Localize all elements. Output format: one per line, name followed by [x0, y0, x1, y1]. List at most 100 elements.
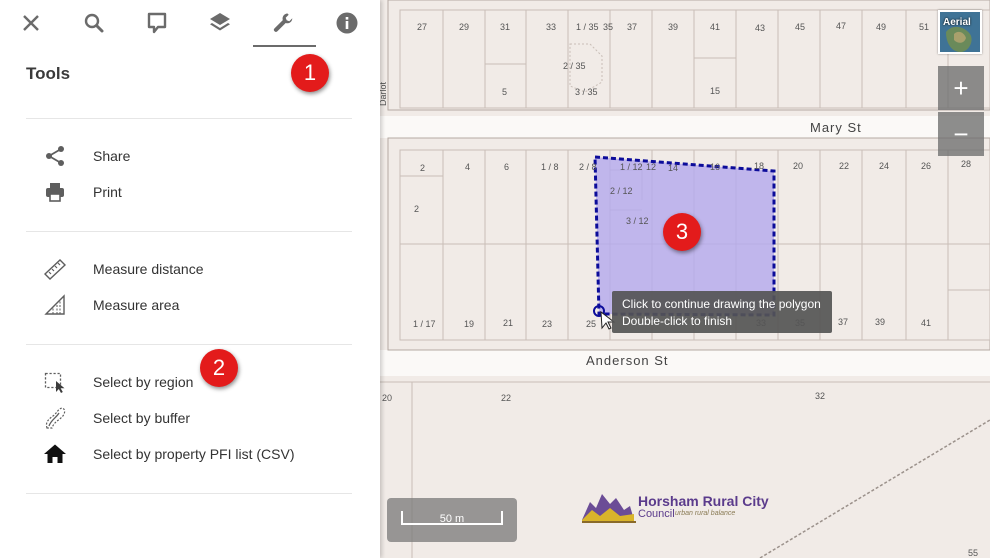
svg-text:32: 32: [815, 391, 825, 401]
svg-text:26: 26: [921, 161, 931, 171]
svg-text:1 / 35: 1 / 35: [576, 22, 599, 32]
svg-text:39: 39: [668, 22, 678, 32]
active-tab-indicator: [253, 45, 316, 47]
drawing-tooltip: Click to continue drawing the polygon Do…: [612, 291, 832, 333]
street-fragment-left: Darlot: [380, 81, 388, 106]
select-by-buffer-item[interactable]: Select by buffer: [26, 402, 352, 434]
divider: [26, 118, 352, 119]
svg-text:39: 39: [875, 317, 885, 327]
svg-text:47: 47: [836, 21, 846, 31]
print-item[interactable]: Print: [26, 176, 352, 208]
scale-label: 50 m: [439, 513, 465, 525]
council-logo: Horsham Rural City Council urban rural b…: [580, 486, 790, 526]
svg-text:1 / 12: 1 / 12: [620, 162, 643, 172]
info-icon: [336, 12, 358, 34]
share-label: Share: [93, 148, 131, 164]
svg-text:31: 31: [500, 22, 510, 32]
measure-area-label: Measure area: [93, 297, 180, 313]
select-by-buffer-label: Select by buffer: [93, 410, 191, 426]
logo-mountains-icon: [582, 494, 636, 523]
svg-text:22: 22: [501, 393, 511, 403]
logo-title: Horsham Rural City: [638, 493, 769, 509]
svg-text:24: 24: [879, 161, 889, 171]
select-by-region-item[interactable]: Select by region: [26, 366, 352, 398]
comment-button[interactable]: [137, 4, 177, 42]
street-label-anderson: Anderson St: [586, 353, 669, 368]
svg-text:27: 27: [417, 22, 427, 32]
svg-text:14: 14: [668, 163, 678, 173]
zoom-in-button[interactable]: +: [938, 66, 984, 110]
svg-text:5: 5: [502, 87, 507, 97]
measure-distance-item[interactable]: Measure distance: [26, 253, 352, 285]
svg-text:4: 4: [465, 162, 470, 172]
search-icon: [84, 13, 104, 33]
search-button[interactable]: [74, 4, 114, 42]
map-canvas[interactable]: Darlot Mary St Anderson St 27 29 31 33 1…: [380, 0, 990, 558]
annotation-badge-1: 1: [291, 54, 329, 92]
share-icon: [42, 144, 68, 168]
ruler-icon: [42, 257, 68, 281]
select-by-pfi-list-item[interactable]: Select by property PFI list (CSV): [26, 438, 352, 470]
svg-text:3 / 35: 3 / 35: [575, 87, 598, 97]
svg-text:37: 37: [838, 317, 848, 327]
divider: [26, 231, 352, 232]
home-icon: [42, 442, 68, 466]
area-icon: [42, 293, 68, 317]
svg-text:41: 41: [710, 22, 720, 32]
svg-text:35: 35: [603, 22, 613, 32]
region-select-icon: [42, 370, 68, 394]
svg-text:21: 21: [503, 318, 513, 328]
info-button[interactable]: [327, 4, 367, 42]
svg-text:16: 16: [710, 162, 720, 172]
svg-text:45: 45: [795, 22, 805, 32]
svg-text:2 / 12: 2 / 12: [610, 186, 633, 196]
tooltip-line-1: Click to continue drawing the polygon: [622, 297, 821, 311]
svg-text:18: 18: [754, 161, 764, 171]
measure-distance-label: Measure distance: [93, 261, 204, 277]
svg-text:1 / 17: 1 / 17: [413, 319, 436, 329]
svg-text:41: 41: [921, 318, 931, 328]
zoom-out-button[interactable]: −: [938, 112, 984, 156]
svg-text:3 / 12: 3 / 12: [626, 216, 649, 226]
scale-bar: 50 m: [387, 498, 517, 542]
tools-button[interactable]: [264, 4, 304, 42]
svg-text:20: 20: [382, 393, 392, 403]
panel-title: Tools: [26, 64, 71, 83]
svg-text:55: 55: [968, 548, 978, 558]
share-item[interactable]: Share: [26, 140, 352, 172]
svg-text:51: 51: [919, 22, 929, 32]
svg-text:25: 25: [586, 319, 596, 329]
divider: [26, 344, 352, 345]
svg-text:23: 23: [542, 319, 552, 329]
select-by-region-label: Select by region: [93, 374, 194, 390]
svg-text:29: 29: [459, 22, 469, 32]
svg-text:2 / 35: 2 / 35: [563, 61, 586, 71]
panel-toolbar: [0, 0, 380, 48]
layers-button[interactable]: [200, 4, 240, 42]
svg-text:20: 20: [793, 161, 803, 171]
select-by-pfi-list-label: Select by property PFI list (CSV): [93, 446, 295, 462]
svg-text:19: 19: [464, 319, 474, 329]
annotation-badge-3: 3: [663, 213, 701, 251]
aerial-basemap-button[interactable]: Aerial: [938, 10, 982, 54]
svg-text:43: 43: [755, 23, 765, 33]
annotation-badge-2: 2: [200, 349, 238, 387]
svg-text:28: 28: [961, 159, 971, 169]
comment-icon: [147, 12, 167, 34]
svg-text:2 / 8: 2 / 8: [579, 162, 597, 172]
street-label-mary: Mary St: [810, 120, 862, 135]
divider: [26, 493, 352, 494]
logo-subtitle: Council: [638, 508, 675, 520]
close-icon: [23, 15, 39, 31]
svg-text:6: 6: [504, 162, 509, 172]
buffer-icon: [42, 406, 68, 430]
measure-area-item[interactable]: Measure area: [26, 289, 352, 321]
layers-icon: [210, 13, 230, 31]
svg-text:37: 37: [627, 22, 637, 32]
map-view[interactable]: Darlot Mary St Anderson St 27 29 31 33 1…: [380, 0, 990, 558]
print-icon: [42, 180, 68, 204]
svg-text:15: 15: [710, 86, 720, 96]
svg-text:49: 49: [876, 22, 886, 32]
svg-text:1 / 8: 1 / 8: [541, 162, 559, 172]
close-button[interactable]: [11, 4, 51, 42]
